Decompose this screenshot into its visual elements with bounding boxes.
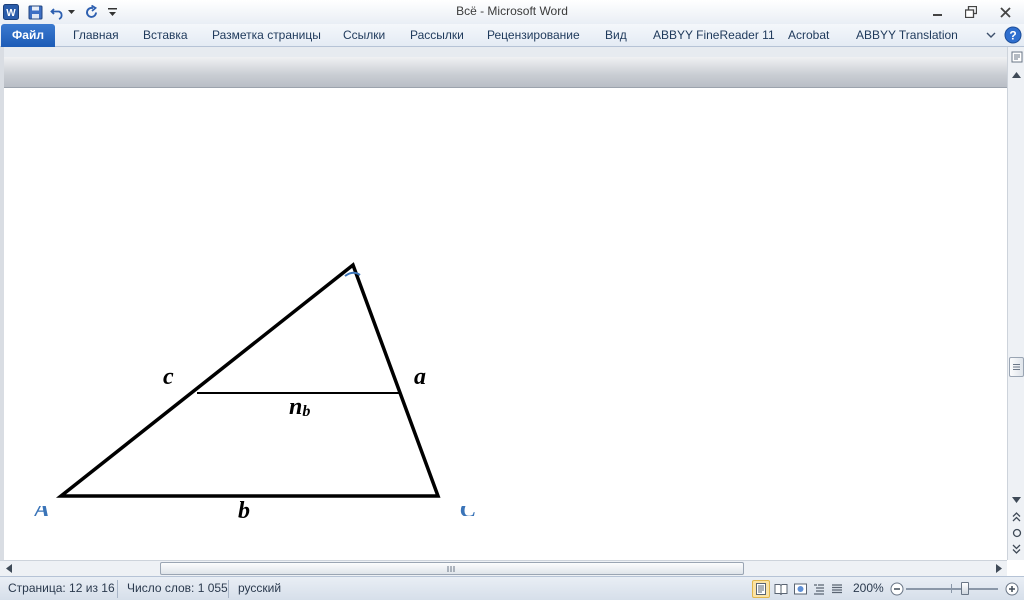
restore-button[interactable] <box>956 2 986 22</box>
label-midline-sub: b <box>302 403 311 420</box>
status-separator <box>117 580 118 598</box>
scroll-down-icon[interactable] <box>1009 492 1024 507</box>
horizontal-scrollbar[interactable] <box>0 560 1007 576</box>
next-page-icon[interactable] <box>1009 541 1024 556</box>
tab-insert[interactable]: Вставка <box>143 24 188 47</box>
status-language[interactable]: русский <box>238 581 281 595</box>
web-layout-view-button[interactable] <box>791 580 809 598</box>
zoom-slider-center-tick <box>951 584 952 593</box>
tab-abbyy-translation[interactable]: ABBYY Translation <box>856 24 958 47</box>
label-side-b: b <box>238 498 250 524</box>
reading-view-icon <box>774 584 788 595</box>
web-layout-icon <box>793 583 807 594</box>
scroll-right-icon[interactable] <box>991 561 1006 576</box>
zoom-in-button[interactable] <box>1003 580 1021 598</box>
vertical-scrollbar[interactable] <box>1007 47 1024 560</box>
tab-view[interactable]: Вид <box>605 24 627 47</box>
svg-text:?: ? <box>1009 29 1016 43</box>
zoom-out-button[interactable] <box>888 580 906 598</box>
minimize-icon <box>932 13 942 16</box>
prev-page-icon[interactable] <box>1009 509 1024 524</box>
label-midline-main: n <box>289 394 303 420</box>
zoom-slider-thumb[interactable] <box>961 582 969 595</box>
draft-icon <box>832 584 842 594</box>
vertical-scroll-thumb[interactable] <box>1009 357 1024 377</box>
label-side-c: c <box>163 364 174 390</box>
draft-view-button[interactable] <box>828 580 846 598</box>
ruler-toggle-icon[interactable] <box>1009 49 1024 64</box>
label-side-a: a <box>414 364 426 390</box>
close-button[interactable] <box>990 2 1020 22</box>
word-window: W Всё - Microsoft Word Файл Главная Вста… <box>0 0 1024 600</box>
full-screen-reading-view-button[interactable] <box>772 580 790 598</box>
document-page[interactable]: c a nb b A C <box>4 88 1007 560</box>
document-page-gap <box>4 47 1007 57</box>
horizontal-scroll-thumb[interactable] <box>160 562 744 575</box>
tab-acrobat[interactable]: Acrobat <box>788 24 829 47</box>
label-vertex-a-partial: A <box>34 506 50 516</box>
triangle-shape <box>55 262 441 498</box>
status-separator <box>228 580 229 598</box>
tab-abbyy-finereader[interactable]: ABBYY FineReader 11 <box>653 24 775 47</box>
status-word-count[interactable]: Число слов: 1 055 <box>127 581 228 595</box>
tab-references[interactable]: Ссылки <box>343 24 385 47</box>
close-icon <box>999 6 1011 18</box>
tab-file[interactable]: Файл <box>1 24 55 47</box>
triangle-diagram <box>55 262 441 498</box>
ribbon-tabs: Файл Главная Вставка Разметка страницы С… <box>0 24 1024 47</box>
scroll-left-icon[interactable] <box>1 561 16 576</box>
zoom-in-icon <box>1005 582 1019 596</box>
zoom-out-icon <box>890 582 904 596</box>
tab-page-layout[interactable]: Разметка страницы <box>212 24 321 47</box>
tab-home[interactable]: Главная <box>73 24 119 47</box>
tab-mailings[interactable]: Рассылки <box>410 24 464 47</box>
restore-icon <box>965 6 977 18</box>
select-browse-icon[interactable] <box>1009 525 1024 540</box>
print-layout-icon <box>756 583 766 595</box>
page-separator <box>4 57 1007 88</box>
tab-review[interactable]: Рецензирование <box>487 24 580 47</box>
label-midline: nb <box>289 394 310 421</box>
print-layout-view-button[interactable] <box>752 580 770 598</box>
outline-icon <box>814 584 824 595</box>
title-bar: W Всё - Microsoft Word <box>0 0 1024 24</box>
zoom-level[interactable]: 200% <box>853 581 884 595</box>
ribbon-collapse-icon[interactable] <box>984 26 998 44</box>
zoom-slider-track[interactable] <box>906 588 998 590</box>
status-page[interactable]: Страница: 12 из 16 <box>8 581 115 595</box>
window-title: Всё - Microsoft Word <box>456 4 568 18</box>
label-vertex-c-partial: C <box>460 506 476 516</box>
scroll-up-icon[interactable] <box>1009 67 1024 82</box>
minimize-button[interactable] <box>922 2 952 22</box>
outline-view-button[interactable] <box>810 580 828 598</box>
status-bar: Страница: 12 из 16 Число слов: 1 055 рус… <box>0 576 1024 600</box>
help-icon[interactable]: ? <box>1003 25 1023 45</box>
